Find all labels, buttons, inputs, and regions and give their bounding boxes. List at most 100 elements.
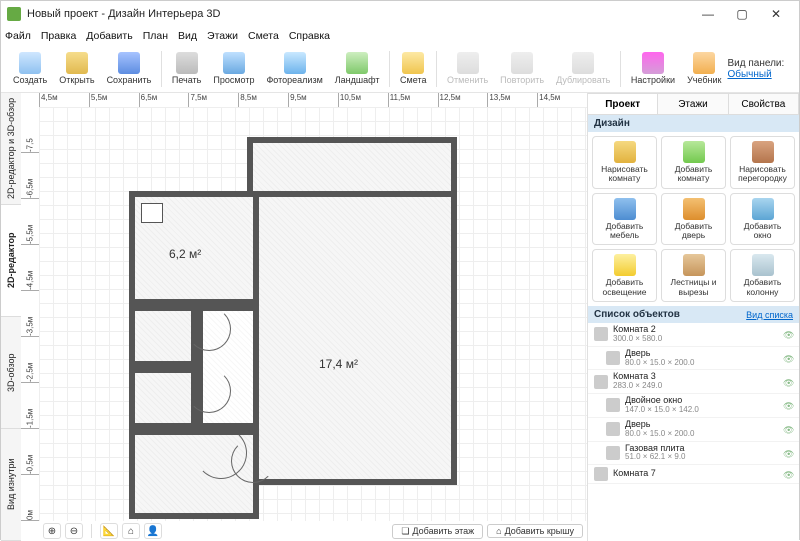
list-item[interactable]: Комната 2300.0 × 580.0👁 <box>588 323 799 347</box>
visibility-icon[interactable]: 👁 <box>783 330 793 338</box>
visibility-icon[interactable]: 👁 <box>783 378 793 386</box>
close-button[interactable]: ✕ <box>759 3 793 25</box>
menu-item[interactable]: Этажи <box>207 30 238 42</box>
design-button[interactable]: Нарисоватькомнату <box>592 136 657 189</box>
maximize-button[interactable]: ▢ <box>725 3 759 25</box>
list-item[interactable]: Двойное окно147.0 × 15.0 × 142.0👁 <box>588 394 799 418</box>
right-tab[interactable]: Свойства <box>729 93 799 115</box>
visibility-icon[interactable]: 👁 <box>783 401 793 409</box>
design-button[interactable]: Добавитьмебель <box>592 193 657 246</box>
canvas[interactable]: 6,2 м² 17,4 м² <box>39 107 587 521</box>
menu-item[interactable]: Смета <box>248 30 279 42</box>
toolbar-icon <box>284 52 306 74</box>
sidetab[interactable]: Вид изнутри <box>1 429 21 541</box>
toolbar-button[interactable]: Открыть <box>53 50 100 87</box>
toolbar-button[interactable]: Печать <box>166 50 207 87</box>
door-arc <box>187 307 231 351</box>
design-button[interactable]: Добавитьдверь <box>661 193 726 246</box>
room-balcony[interactable] <box>247 137 457 191</box>
walk-button[interactable]: 👤 <box>144 523 162 539</box>
design-icon <box>752 141 774 163</box>
toolbar-icon <box>176 52 198 74</box>
object-icon <box>606 351 620 365</box>
right-tab[interactable]: Этажи <box>658 93 728 115</box>
toolbar-icon <box>693 52 715 74</box>
toolbar-button[interactable]: Фотореализм <box>260 50 328 87</box>
toolbar-button[interactable]: Сохранить <box>101 50 158 87</box>
toolbar-button: Отменить <box>441 50 494 87</box>
stove-icon <box>141 203 163 223</box>
list-item[interactable]: Дверь80.0 × 15.0 × 200.0👁 <box>588 418 799 442</box>
titlebar: Новый проект - Дизайн Интерьера 3D — ▢ ✕ <box>1 1 799 27</box>
toolbar-button[interactable]: Настройки <box>625 50 681 87</box>
design-button[interactable]: Добавитьокно <box>730 193 795 246</box>
toolbar-icon <box>223 52 245 74</box>
toolbar-icon <box>118 52 140 74</box>
ruler-vertical: -7,5-6,5м-5,5м-4,5м-3,5м-2,5м-1,5м-0,5м0… <box>21 107 39 521</box>
sidetab[interactable]: 3D-обзор <box>1 317 21 429</box>
measure-button[interactable]: 📐 <box>100 523 118 539</box>
objectlist-view-link[interactable]: Вид списка <box>746 310 793 320</box>
list-item[interactable]: Комната 7👁 <box>588 465 799 484</box>
menu-item[interactable]: План <box>143 30 168 42</box>
sidetab[interactable]: 2D-редактор и 3D-обзор <box>1 93 21 205</box>
toolbar-button[interactable]: Создать <box>7 50 53 87</box>
visibility-icon[interactable]: 👁 <box>783 425 793 433</box>
design-button[interactable]: Добавитьосвещение <box>592 249 657 302</box>
zoom-out-button[interactable]: ⊖ <box>65 523 83 539</box>
list-item[interactable]: Газовая плита51.0 × 62.1 × 9.0👁 <box>588 442 799 466</box>
room-wc1[interactable] <box>129 305 197 367</box>
sidetab[interactable]: 2D-редактор <box>1 205 21 317</box>
toolbar-button[interactable]: Учебник <box>681 50 727 87</box>
room-wc2[interactable] <box>129 367 197 429</box>
toolbar-icon <box>457 52 479 74</box>
visibility-icon[interactable]: 👁 <box>783 470 793 478</box>
toolbar-button: Дублировать <box>550 50 616 87</box>
menu-item[interactable]: Справка <box>289 30 330 42</box>
roof-icon: ⌂ <box>496 526 501 536</box>
design-icon <box>683 198 705 220</box>
object-icon <box>594 327 608 341</box>
toolbar-icon <box>511 52 533 74</box>
toolbar-icon <box>19 52 41 74</box>
visibility-icon[interactable]: 👁 <box>783 354 793 362</box>
toolbar-button: Повторить <box>494 50 550 87</box>
design-header: Дизайн <box>588 115 799 132</box>
list-item[interactable]: Дверь80.0 × 15.0 × 200.0👁 <box>588 347 799 371</box>
zoom-in-button[interactable]: ⊕ <box>43 523 61 539</box>
app-icon <box>7 7 21 21</box>
panel-mode-label: Вид панели: Обычный <box>727 58 793 80</box>
object-list: Комната 2300.0 × 580.0👁Дверь80.0 × 15.0 … <box>588 323 799 541</box>
home-button[interactable]: ⌂ <box>122 523 140 539</box>
design-button[interactable]: Лестницы ивырезы <box>661 249 726 302</box>
objectlist-header: Список объектов Вид списка <box>588 306 799 323</box>
menu-item[interactable]: Добавить <box>86 30 132 42</box>
design-button[interactable]: Добавитькомнату <box>661 136 726 189</box>
menu-item[interactable]: Правка <box>41 30 76 42</box>
canvas-toolbar: ⊕ ⊖ 📐 ⌂ 👤 ❏ Добавить этаж ⌂ Добавить кры… <box>39 521 587 541</box>
workspace: 2D-редактор и 3D-обзор2D-редактор3D-обзо… <box>1 93 799 541</box>
design-button[interactable]: Добавитьколонну <box>730 249 795 302</box>
sidetabs: 2D-редактор и 3D-обзор2D-редактор3D-обзо… <box>1 93 21 541</box>
toolbar-icon <box>572 52 594 74</box>
design-icon <box>683 254 705 276</box>
menu-item[interactable]: Файл <box>5 30 31 42</box>
design-button[interactable]: Нарисоватьперегородку <box>730 136 795 189</box>
design-icon <box>752 198 774 220</box>
room-2[interactable] <box>253 191 457 485</box>
toolbar-icon <box>402 52 424 74</box>
design-icon <box>614 141 636 163</box>
toolbar-button[interactable]: Смета <box>394 50 432 87</box>
minimize-button[interactable]: — <box>691 3 725 25</box>
object-icon <box>594 467 608 481</box>
toolbar-button[interactable]: Ландшафт <box>329 50 386 87</box>
list-item[interactable]: Комната 3283.0 × 249.0👁 <box>588 370 799 394</box>
menu-item[interactable]: Вид <box>178 30 197 42</box>
right-tab[interactable]: Проект <box>588 93 658 115</box>
visibility-icon[interactable]: 👁 <box>783 449 793 457</box>
add-roof-button[interactable]: ⌂ Добавить крышу <box>487 524 583 538</box>
panel-mode-link[interactable]: Обычный <box>727 69 771 80</box>
add-floor-button[interactable]: ❏ Добавить этаж <box>392 524 483 539</box>
design-icon <box>683 141 705 163</box>
toolbar-button[interactable]: Просмотр <box>207 50 260 87</box>
